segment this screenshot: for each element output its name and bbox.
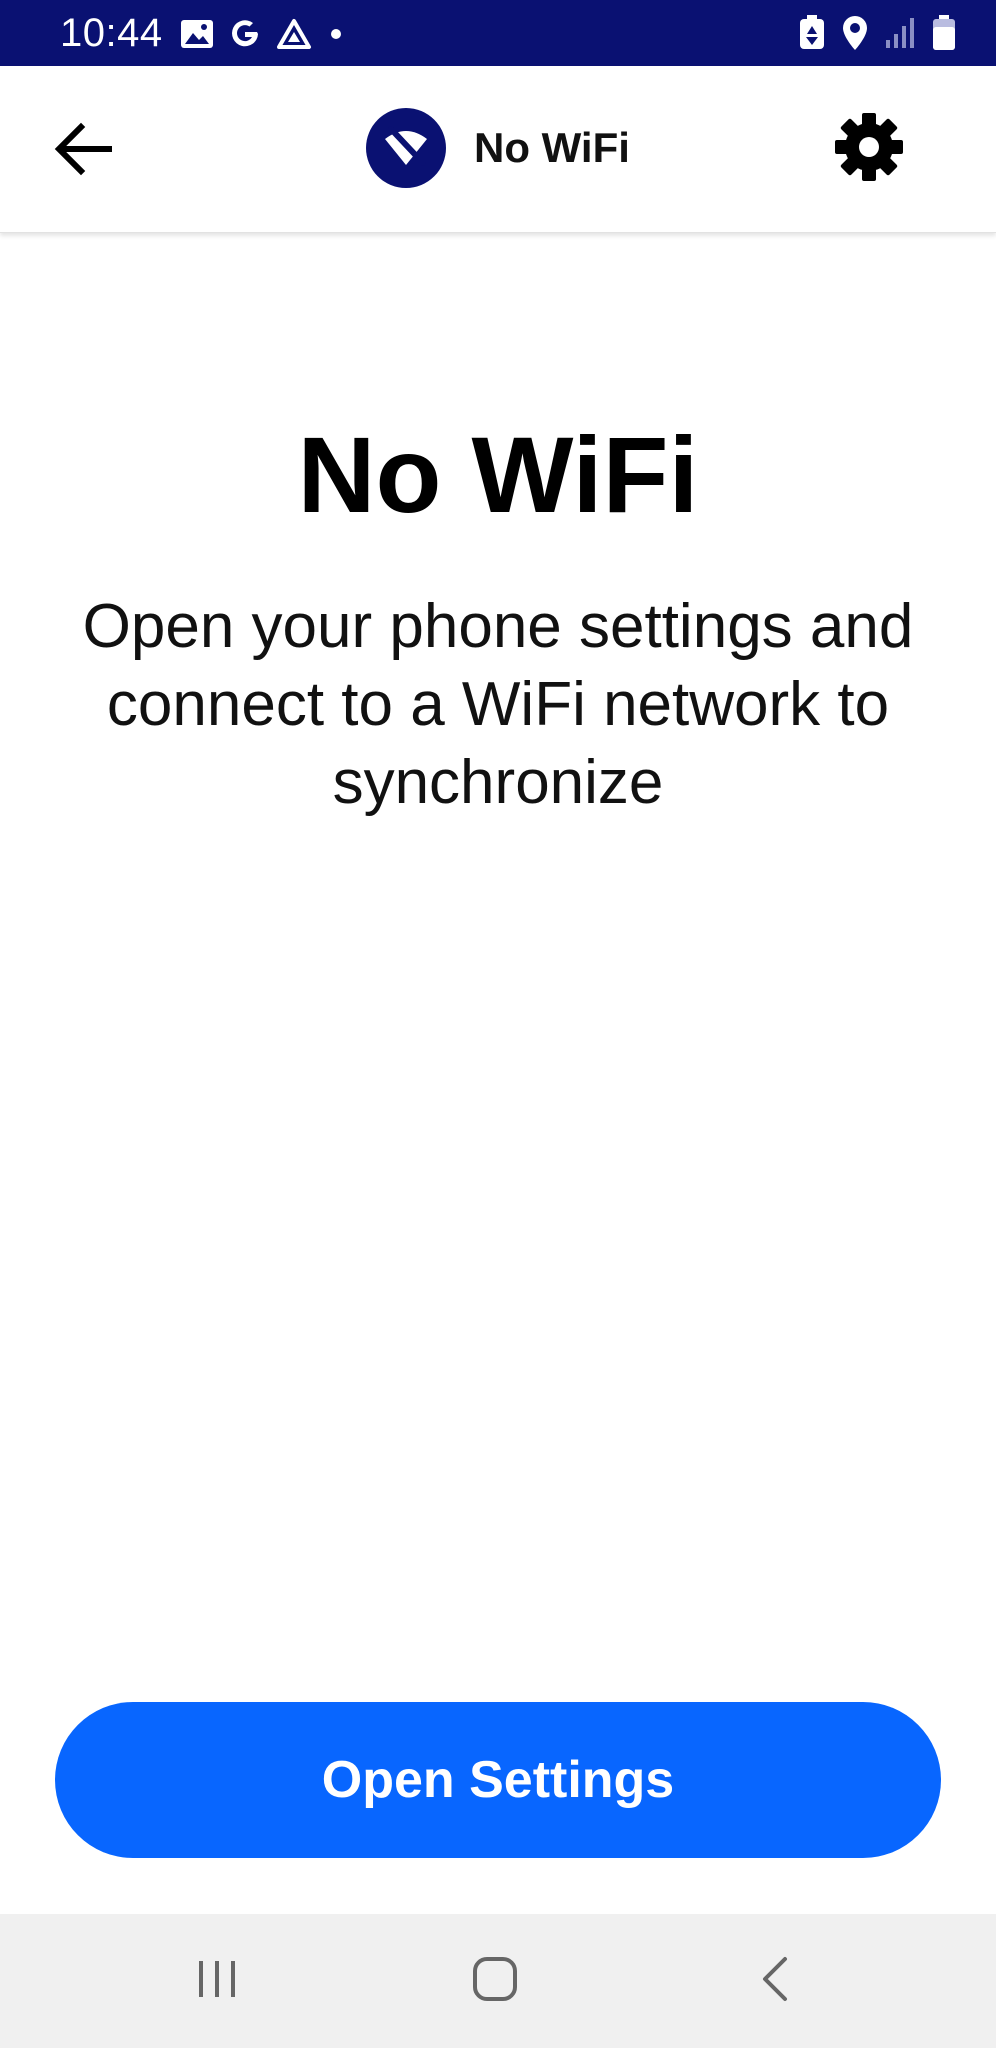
app-bar-title-group: No WiFi <box>366 108 630 188</box>
drive-icon <box>276 18 312 50</box>
app-bar-title: No WiFi <box>474 124 630 171</box>
back-button[interactable] <box>44 112 122 190</box>
arrow-left-icon <box>53 121 113 182</box>
status-bar: 10:44 <box>0 0 996 66</box>
home-button[interactable] <box>450 1946 540 2016</box>
instruction-message: Open your phone settings and connect to … <box>82 592 914 817</box>
location-icon <box>842 15 868 51</box>
recents-icon <box>195 1957 239 2006</box>
battery-saver-icon <box>798 15 826 51</box>
back-icon <box>755 1955 795 2008</box>
screen: 10:44 No WiFi No WiFi Open your phone se… <box>0 0 996 2048</box>
app-bar: No WiFi <box>0 66 996 233</box>
google-icon <box>228 17 262 51</box>
signal-icon <box>884 16 916 50</box>
status-right-icons <box>798 12 956 54</box>
gear-icon <box>833 111 905 188</box>
system-nav-bar <box>0 1914 996 2048</box>
gallery-icon <box>180 19 214 49</box>
dot-icon <box>326 24 346 44</box>
status-time: 10:44 <box>60 11 163 55</box>
title-badge <box>366 108 446 188</box>
wifi-off-icon <box>381 121 431 176</box>
status-left-icons <box>180 14 346 54</box>
nav-back-button[interactable] <box>730 1946 820 2016</box>
recents-button[interactable] <box>172 1946 262 2016</box>
home-icon <box>471 1955 519 2008</box>
settings-button[interactable] <box>826 106 912 192</box>
page-title: No WiFi <box>297 414 699 535</box>
open-settings-button[interactable]: Open Settings <box>55 1702 941 1858</box>
battery-icon <box>932 15 956 51</box>
